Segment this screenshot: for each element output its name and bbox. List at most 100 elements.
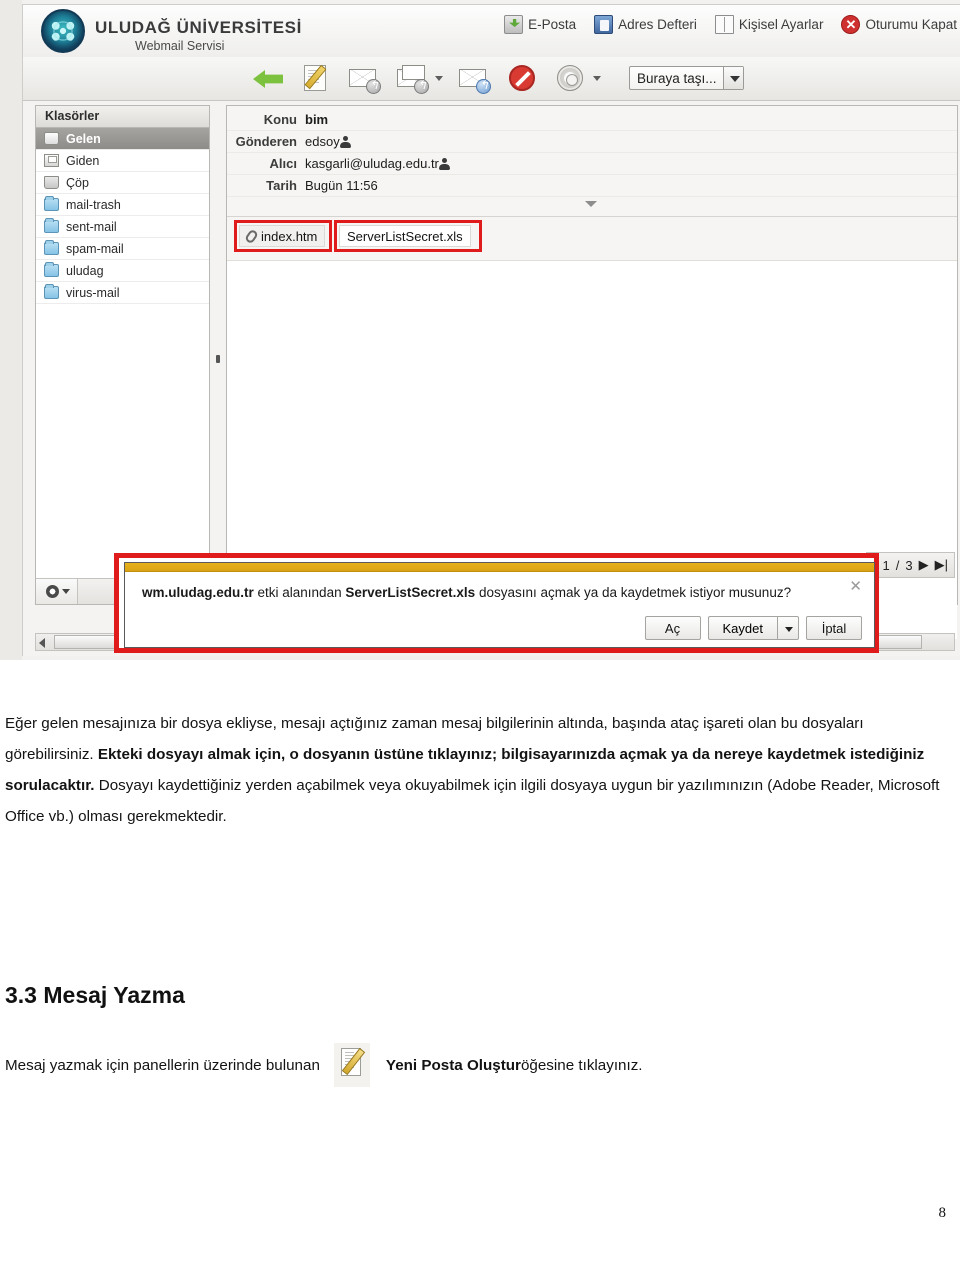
compose-button[interactable] (299, 61, 333, 95)
brand-header: ULUDAĞ ÜNİVERSİTESİ Webmail Servisi E-Po… (23, 5, 960, 57)
sidebar-item-giden[interactable]: Giden (36, 150, 209, 172)
instruction-before: Mesaj yazmak için panellerin üzerinde bu… (5, 1056, 320, 1074)
open-button[interactable]: Aç (644, 616, 701, 640)
pane-splitter[interactable] (213, 105, 223, 605)
brand-subtitle: Webmail Servisi (135, 39, 225, 53)
header-row-gonderen: Gönderen edsoy (227, 131, 957, 153)
nav-item-eposta[interactable]: E-Posta (504, 15, 576, 34)
nav-label-adres-defteri: Adres Defteri (618, 17, 697, 32)
folder-icon (44, 262, 59, 277)
reply-all-dropdown-icon[interactable] (435, 61, 443, 95)
message-toolbar: Buraya taşı... (23, 57, 960, 101)
settings-dropdown-icon[interactable] (593, 61, 601, 95)
nav-label-eposta: E-Posta (528, 17, 577, 32)
dialog-text-mid: etki alanından (253, 585, 346, 600)
pagination-separator: / (895, 557, 900, 573)
contact-icon[interactable] (339, 135, 351, 148)
highlight-box-download-dialog: wm.uludag.edu.tr etki alanından ServerLi… (114, 553, 879, 653)
compose-instruction-line: Mesaj yazmak için panellerin üzerinde bu… (0, 1009, 960, 1087)
gear-icon (46, 585, 59, 598)
header-label-gonderen: Gönderen (235, 134, 297, 149)
folder-icon (44, 240, 59, 255)
sidebar-item-mail-trash[interactable]: mail-trash (36, 194, 209, 216)
save-split-button[interactable]: Kaydet (707, 616, 799, 640)
header-value-konu: bim (305, 112, 329, 127)
header-row-tarih: Tarih Bugün 11:56 (227, 175, 957, 197)
pagination-current: 1 (882, 557, 890, 573)
sidebar-item-virus-mail[interactable]: virus-mail (36, 282, 209, 304)
splitter-handle[interactable] (216, 355, 220, 363)
dialog-accent-strip (125, 563, 874, 572)
header-value-tarih: Bugün 11:56 (305, 178, 378, 193)
header-label-alici: Alıcı (269, 156, 297, 171)
address-book-icon (594, 15, 614, 34)
document-body: Eğer gelen mesajınıza bir dosya ekliyse,… (0, 660, 960, 1221)
sidebar-item-sent-mail[interactable]: sent-mail (36, 216, 209, 238)
spam-button[interactable] (505, 61, 539, 95)
folder-label-spam-mail: spam-mail (66, 241, 124, 256)
save-dropdown-icon[interactable] (777, 616, 799, 640)
folders-header: Klasörler (36, 106, 209, 128)
back-button[interactable] (251, 61, 285, 95)
dialog-text-end: dosyasını açmak ya da kaydetmek istiyor … (475, 585, 792, 600)
reply-button[interactable] (347, 61, 381, 95)
dialog-domain: wm.uludag.edu.tr (142, 585, 254, 600)
contact-icon[interactable] (438, 157, 450, 170)
header-label-tarih: Tarih (266, 178, 297, 193)
instruction-bold: Yeni Posta Oluştur (385, 1056, 521, 1074)
sidebar-item-uludag[interactable]: uludag (36, 260, 209, 282)
highlight-box-attachment-2 (334, 220, 482, 252)
attachment-list: index.htm ServerListSecret.xls (227, 217, 957, 261)
reply-all-button[interactable] (395, 61, 429, 95)
message-headers: Konu bim Gönderen edsoy Alıcı kasgarli@u… (227, 106, 957, 217)
headers-collapse-toggle[interactable] (227, 197, 957, 211)
download-dialog-text: wm.uludag.edu.tr etki alanından ServerLi… (125, 572, 874, 600)
outbox-icon (44, 154, 59, 167)
folder-icon (44, 218, 59, 233)
folder-settings-button[interactable] (36, 579, 78, 604)
header-row-alici: Alıcı kasgarli@uludag.edu.tr (227, 153, 957, 175)
section-heading: 3.3 Mesaj Yazma (5, 982, 185, 1008)
folder-label-virus-mail: virus-mail (66, 285, 120, 300)
folder-icon (44, 284, 59, 299)
folder-label-uludag: uludag (66, 263, 104, 278)
sidebar-item-gelen[interactable]: Gelen (36, 128, 209, 150)
nav-item-kisisel-ayarlar[interactable]: Kişisel Ayarlar (714, 15, 824, 34)
nav-item-oturumu-kapat[interactable]: ✕ Oturumu Kapat (841, 15, 957, 34)
close-icon[interactable]: ✕ (849, 577, 862, 595)
forward-button[interactable] (457, 61, 491, 95)
save-button[interactable]: Kaydet (707, 616, 777, 640)
header-label-konu: Konu (263, 112, 297, 127)
folder-label-cop: Çöp (66, 175, 89, 190)
compose-message-icon (333, 1043, 370, 1087)
sidebar-item-cop[interactable]: Çöp (36, 172, 209, 194)
screenshot-left-strip (0, 0, 22, 660)
dialog-buttons: Aç Kaydet İptal (638, 616, 862, 640)
folder-label-gelen: Gelen (66, 131, 101, 146)
university-seal-icon (41, 9, 85, 53)
cancel-button[interactable]: İptal (806, 616, 862, 640)
last-page-icon[interactable]: ▶| (935, 557, 948, 573)
page-number: 8 (938, 1205, 947, 1221)
logout-icon: ✕ (841, 15, 861, 34)
scroll-left-icon[interactable] (39, 638, 45, 648)
settings-button[interactable] (553, 61, 587, 95)
folder-label-giden: Giden (66, 153, 100, 168)
folders-pane: Klasörler Gelen Giden Çöp mail-trash sen… (35, 105, 210, 605)
webmail-screenshot: ULUDAĞ ÜNİVERSİTESİ Webmail Servisi E-Po… (0, 0, 960, 660)
personal-settings-icon (714, 15, 734, 34)
nav-label-oturumu-kapat: Oturumu Kapat (865, 17, 957, 32)
header-value-gonderen: edsoy (305, 134, 340, 149)
chevron-down-icon[interactable] (722, 67, 743, 89)
folder-label-sent-mail: sent-mail (66, 219, 117, 234)
explanatory-paragraph: Eğer gelen mesajınıza bir dosya ekliyse,… (0, 660, 960, 832)
nav-label-kisisel-ayarlar: Kişisel Ayarlar (738, 17, 824, 32)
move-to-folder-select[interactable]: Buraya taşı... (629, 66, 744, 90)
message-pane: Konu bim Gönderen edsoy Alıcı kasgarli@u… (226, 105, 958, 639)
chevron-down-icon (62, 589, 70, 594)
nav-item-adres-defteri[interactable]: Adres Defteri (594, 15, 697, 34)
move-to-folder-label: Buraya taşı... (637, 70, 717, 86)
sidebar-item-spam-mail[interactable]: spam-mail (36, 238, 209, 260)
next-page-icon[interactable]: ▶ (919, 557, 929, 573)
header-row-konu: Konu bim (227, 109, 957, 131)
